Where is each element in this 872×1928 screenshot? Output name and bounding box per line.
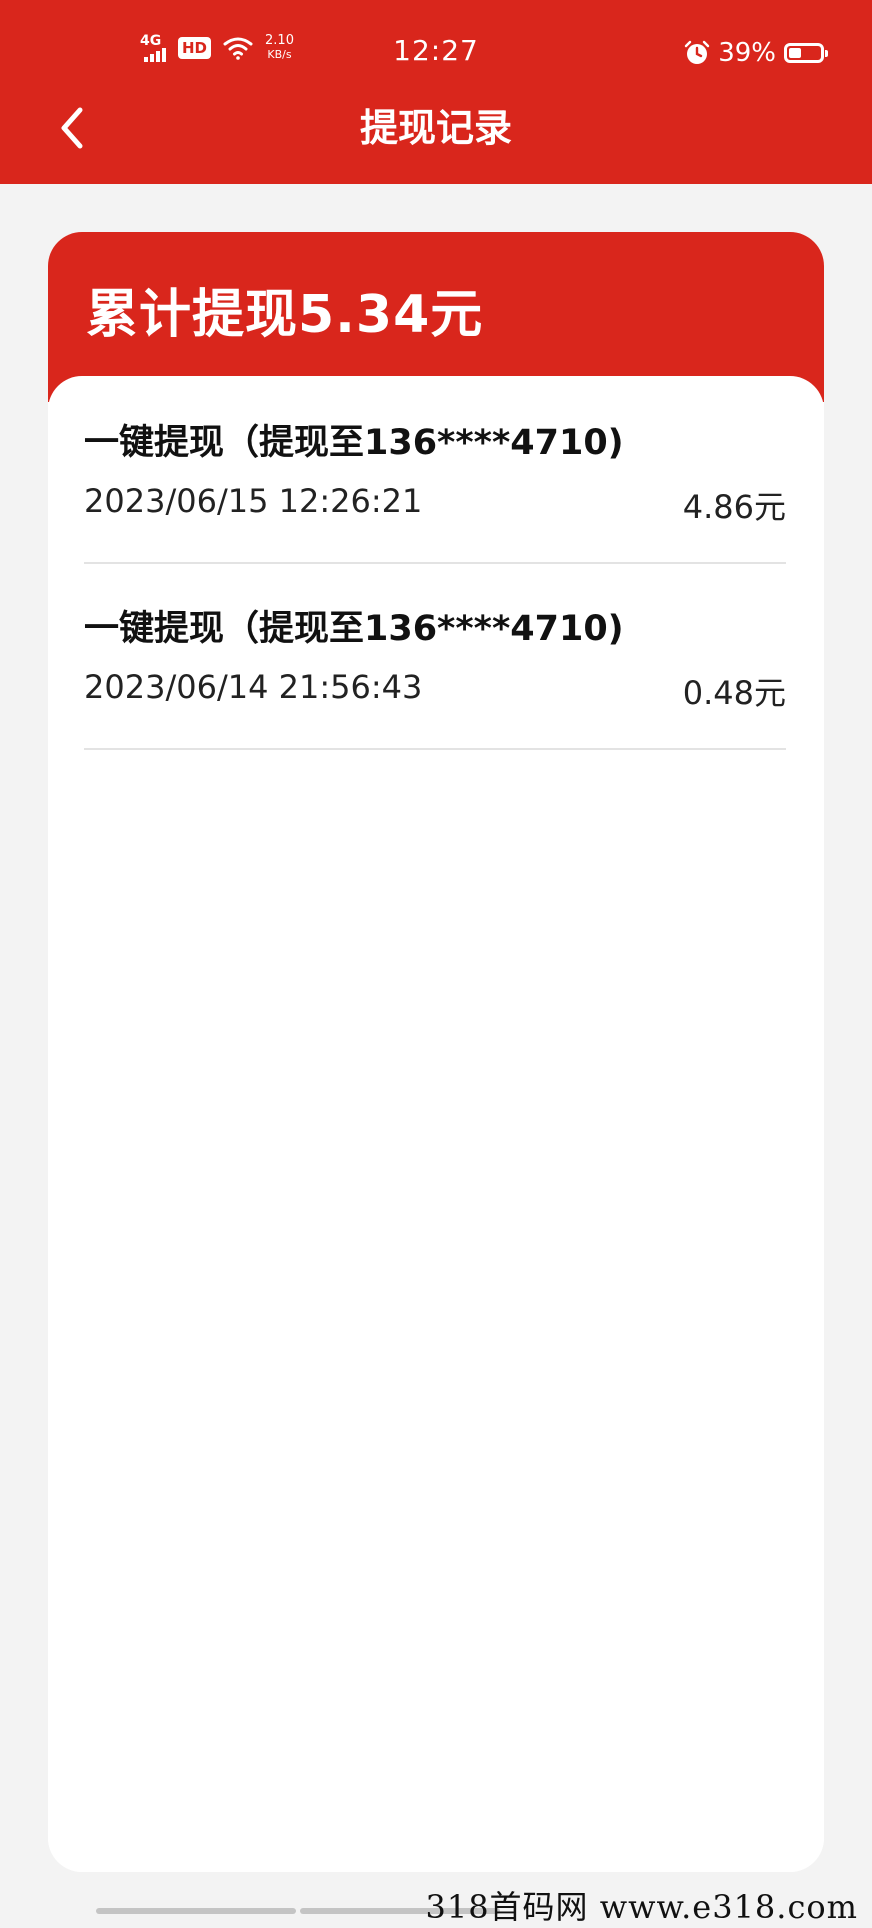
list-item[interactable]: 一键提现（提现至136****4710) 2023/06/15 12:26:21… (84, 376, 786, 564)
nav-bar: 提现记录 (0, 96, 872, 160)
watermark: 318首码网 www.e318.com (425, 1888, 858, 1926)
battery-icon (784, 43, 828, 63)
status-right-icons: 39% (684, 38, 828, 68)
record-amount: 0.48元 (682, 674, 786, 712)
battery-level (789, 48, 801, 58)
status-bar: 4G HD 2.10 KB/s 12:27 39% (0, 0, 872, 100)
record-title: 一键提现（提现至136****4710) (84, 423, 624, 463)
record-time: 2023/06/15 12:26:21 (84, 482, 423, 520)
record-list: 一键提现（提现至136****4710) 2023/06/15 12:26:21… (48, 376, 824, 1872)
total-withdrawn: 累计提现5.34元 (86, 285, 484, 345)
record-time: 2023/06/14 21:56:43 (84, 668, 423, 706)
record-title: 一键提现（提现至136****4710) (84, 609, 624, 649)
list-item[interactable]: 一键提现（提现至136****4710) 2023/06/14 21:56:43… (84, 562, 786, 750)
alarm-icon (685, 40, 710, 64)
app-header: 4G HD 2.10 KB/s 12:27 39% 提现记录 (0, 0, 872, 184)
battery-percent: 39% (718, 38, 776, 68)
record-amount: 4.86元 (682, 488, 786, 526)
page-title: 提现记录 (359, 106, 512, 150)
withdrawal-card: 累计提现5.34元 一键提现（提现至136****4710) 2023/06/1… (48, 232, 824, 1872)
home-indicator (96, 1908, 296, 1914)
